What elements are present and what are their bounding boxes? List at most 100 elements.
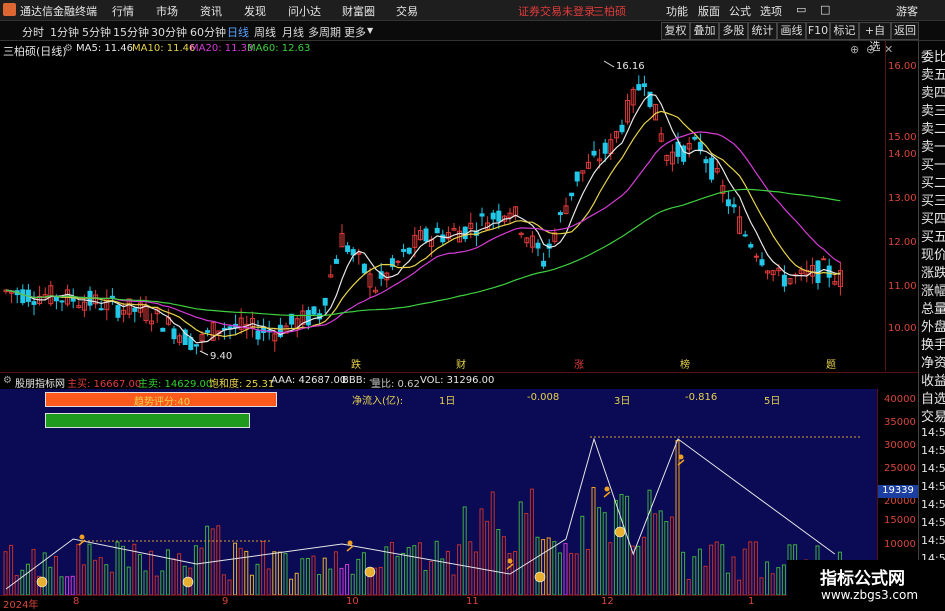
candle-body — [361, 263, 367, 274]
panel-item: 卖二 — [921, 122, 945, 137]
candle-body — [569, 192, 575, 197]
candle-body — [748, 244, 754, 248]
candle-body — [759, 259, 765, 266]
trade-time: 14:56 — [921, 516, 945, 529]
current-stock-name: 三柏硕 — [593, 5, 626, 18]
high-price-label: 16.16 — [616, 61, 645, 72]
btn-fanhui[interactable]: 返回 — [891, 22, 919, 40]
period-multi[interactable]: 多周期 — [308, 24, 341, 40]
candle-body — [781, 274, 787, 287]
more-dropdown-icon[interactable]: ▼ — [367, 26, 373, 35]
panel-item: 外盘 — [921, 320, 945, 335]
login-status[interactable]: 证券交易未登录 — [518, 3, 595, 19]
candle-body — [557, 212, 563, 216]
btn-diejia[interactable]: 叠加 — [690, 22, 719, 40]
minimize-icon[interactable]: ▭ — [796, 3, 806, 16]
menu-caifuquan[interactable]: 财富圈 — [342, 3, 375, 19]
menu-gongneng[interactable]: 功能 — [666, 3, 688, 19]
panel-item: 卖五 — [921, 68, 945, 83]
menu-wenxiaoda[interactable]: 问小达 — [288, 3, 321, 19]
x-label: 12 — [601, 596, 614, 607]
btn-duogu[interactable]: 多股 — [719, 22, 748, 40]
candle-body — [619, 124, 625, 133]
period-daily[interactable]: 日线 — [227, 24, 249, 40]
site-watermark: 指标公式网 www.zbgs3.com — [787, 560, 945, 609]
period-15min[interactable]: 15分钟 — [113, 24, 149, 40]
panel-item: 卖三 — [921, 104, 945, 119]
candle-body — [731, 204, 737, 208]
ma10-label: MA10: 11.46 — [132, 43, 196, 54]
btn-zixuan[interactable]: +自选 — [859, 22, 891, 53]
money-bag-icon — [614, 526, 626, 538]
trend-score-track — [45, 413, 250, 428]
btn-biaoji[interactable]: 标记 — [830, 22, 859, 40]
event-marker: 榜 — [680, 358, 690, 371]
period-toolbar: 分时 1分钟 5分钟 15分钟 30分钟 60分钟 日线 周线 月线 多周期 更… — [0, 21, 945, 53]
price-tick: 13.00 — [888, 193, 917, 204]
user-icon[interactable]: □ — [820, 3, 830, 16]
panel-tab-zixuan[interactable]: 自选 — [921, 388, 945, 407]
panel-item: 换手 — [921, 338, 945, 353]
trend-score-bar: 趋势评分:40 — [45, 392, 277, 408]
menu-hangqing[interactable]: 行情 — [112, 3, 134, 19]
candle-body — [132, 307, 138, 312]
price-tick: 11.00 — [888, 281, 917, 292]
candle-body — [20, 289, 26, 304]
candle-body — [574, 171, 580, 182]
menu-gongshi[interactable]: 公式 — [729, 3, 751, 19]
panel-tab-jiaoyi[interactable]: 交易 — [921, 406, 945, 425]
btn-tongji[interactable]: 统计 — [748, 22, 777, 40]
indicator-tick: 35000 — [884, 417, 916, 428]
menu-zixun[interactable]: 资讯 — [200, 3, 222, 19]
panel-item: 买四 — [921, 212, 945, 227]
zoom-out-icon[interactable]: ⊖ — [866, 43, 875, 56]
period-monthly[interactable]: 月线 — [282, 24, 304, 40]
panel-item: 收益 — [921, 374, 945, 389]
menu-jiaoyi[interactable]: 交易 — [396, 3, 418, 19]
candle-body — [205, 330, 211, 333]
panel-item: 买三 — [921, 194, 945, 209]
btn-fuquan[interactable]: 复权 — [661, 22, 690, 40]
user-label[interactable]: 游客 — [896, 3, 918, 19]
btn-f10[interactable]: F10 — [806, 22, 830, 40]
menu-banmian[interactable]: 版面 — [698, 3, 720, 19]
candle-body — [98, 308, 104, 311]
candle-body — [535, 242, 541, 249]
settings-icon[interactable]: ⚙ — [64, 43, 73, 54]
zoom-in-icon[interactable]: ⊕ — [850, 43, 859, 56]
period-more[interactable]: 更多 — [344, 24, 366, 40]
panel-item: 现价 — [921, 248, 945, 263]
netflow-value-1: -0.008 — [527, 392, 560, 403]
ma5-label: MA5: 11.46 — [76, 43, 134, 54]
indicator-settings-icon[interactable]: ⚙ — [3, 375, 12, 386]
menu-shichang[interactable]: 市场 — [156, 3, 178, 19]
app-title: 通达信金融终端 — [20, 5, 97, 18]
panel-item: 卖一 — [921, 140, 945, 155]
btn-huaxian[interactable]: 画线 — [777, 22, 806, 40]
trend-score-label: 趋势评分:40 — [134, 397, 191, 408]
ma-info-bar: 三柏硕(日线) ⚙ MA5: 11.46 MA10: 11.46 MA20: 1… — [0, 41, 900, 58]
menu-xuanxiang[interactable]: 选项 — [760, 3, 782, 19]
period-60min[interactable]: 60分钟 — [190, 24, 226, 40]
candle-body — [345, 245, 351, 253]
trade-time: 14:56 — [921, 462, 945, 475]
menu-faxian[interactable]: 发现 — [244, 3, 266, 19]
candle-body — [703, 159, 709, 164]
period-fenshi[interactable]: 分时 — [22, 24, 44, 40]
period-30min[interactable]: 30分钟 — [151, 24, 187, 40]
price-axis: 16.00 15.00 14.00 13.00 12.00 11.00 10.0… — [885, 41, 919, 371]
period-1min[interactable]: 1分钟 — [50, 24, 79, 40]
app-logo-icon — [3, 3, 16, 16]
candle-body — [496, 210, 502, 222]
netflow-value-3: -0.816 — [685, 392, 718, 403]
candle-body — [753, 255, 759, 258]
panel-item: 买五 — [921, 230, 945, 245]
candle-body — [305, 310, 311, 326]
period-weekly[interactable]: 周线 — [254, 24, 276, 40]
indicator-name[interactable]: 股朋指标网 — [15, 375, 65, 390]
price-tick: 12.00 — [888, 237, 917, 248]
candlestick-chart[interactable]: 16.16 9.40 跌 财 涨 榜 题 — [0, 57, 885, 372]
candle-body — [591, 150, 597, 156]
candle-body — [697, 141, 703, 152]
period-5min[interactable]: 5分钟 — [82, 24, 111, 40]
